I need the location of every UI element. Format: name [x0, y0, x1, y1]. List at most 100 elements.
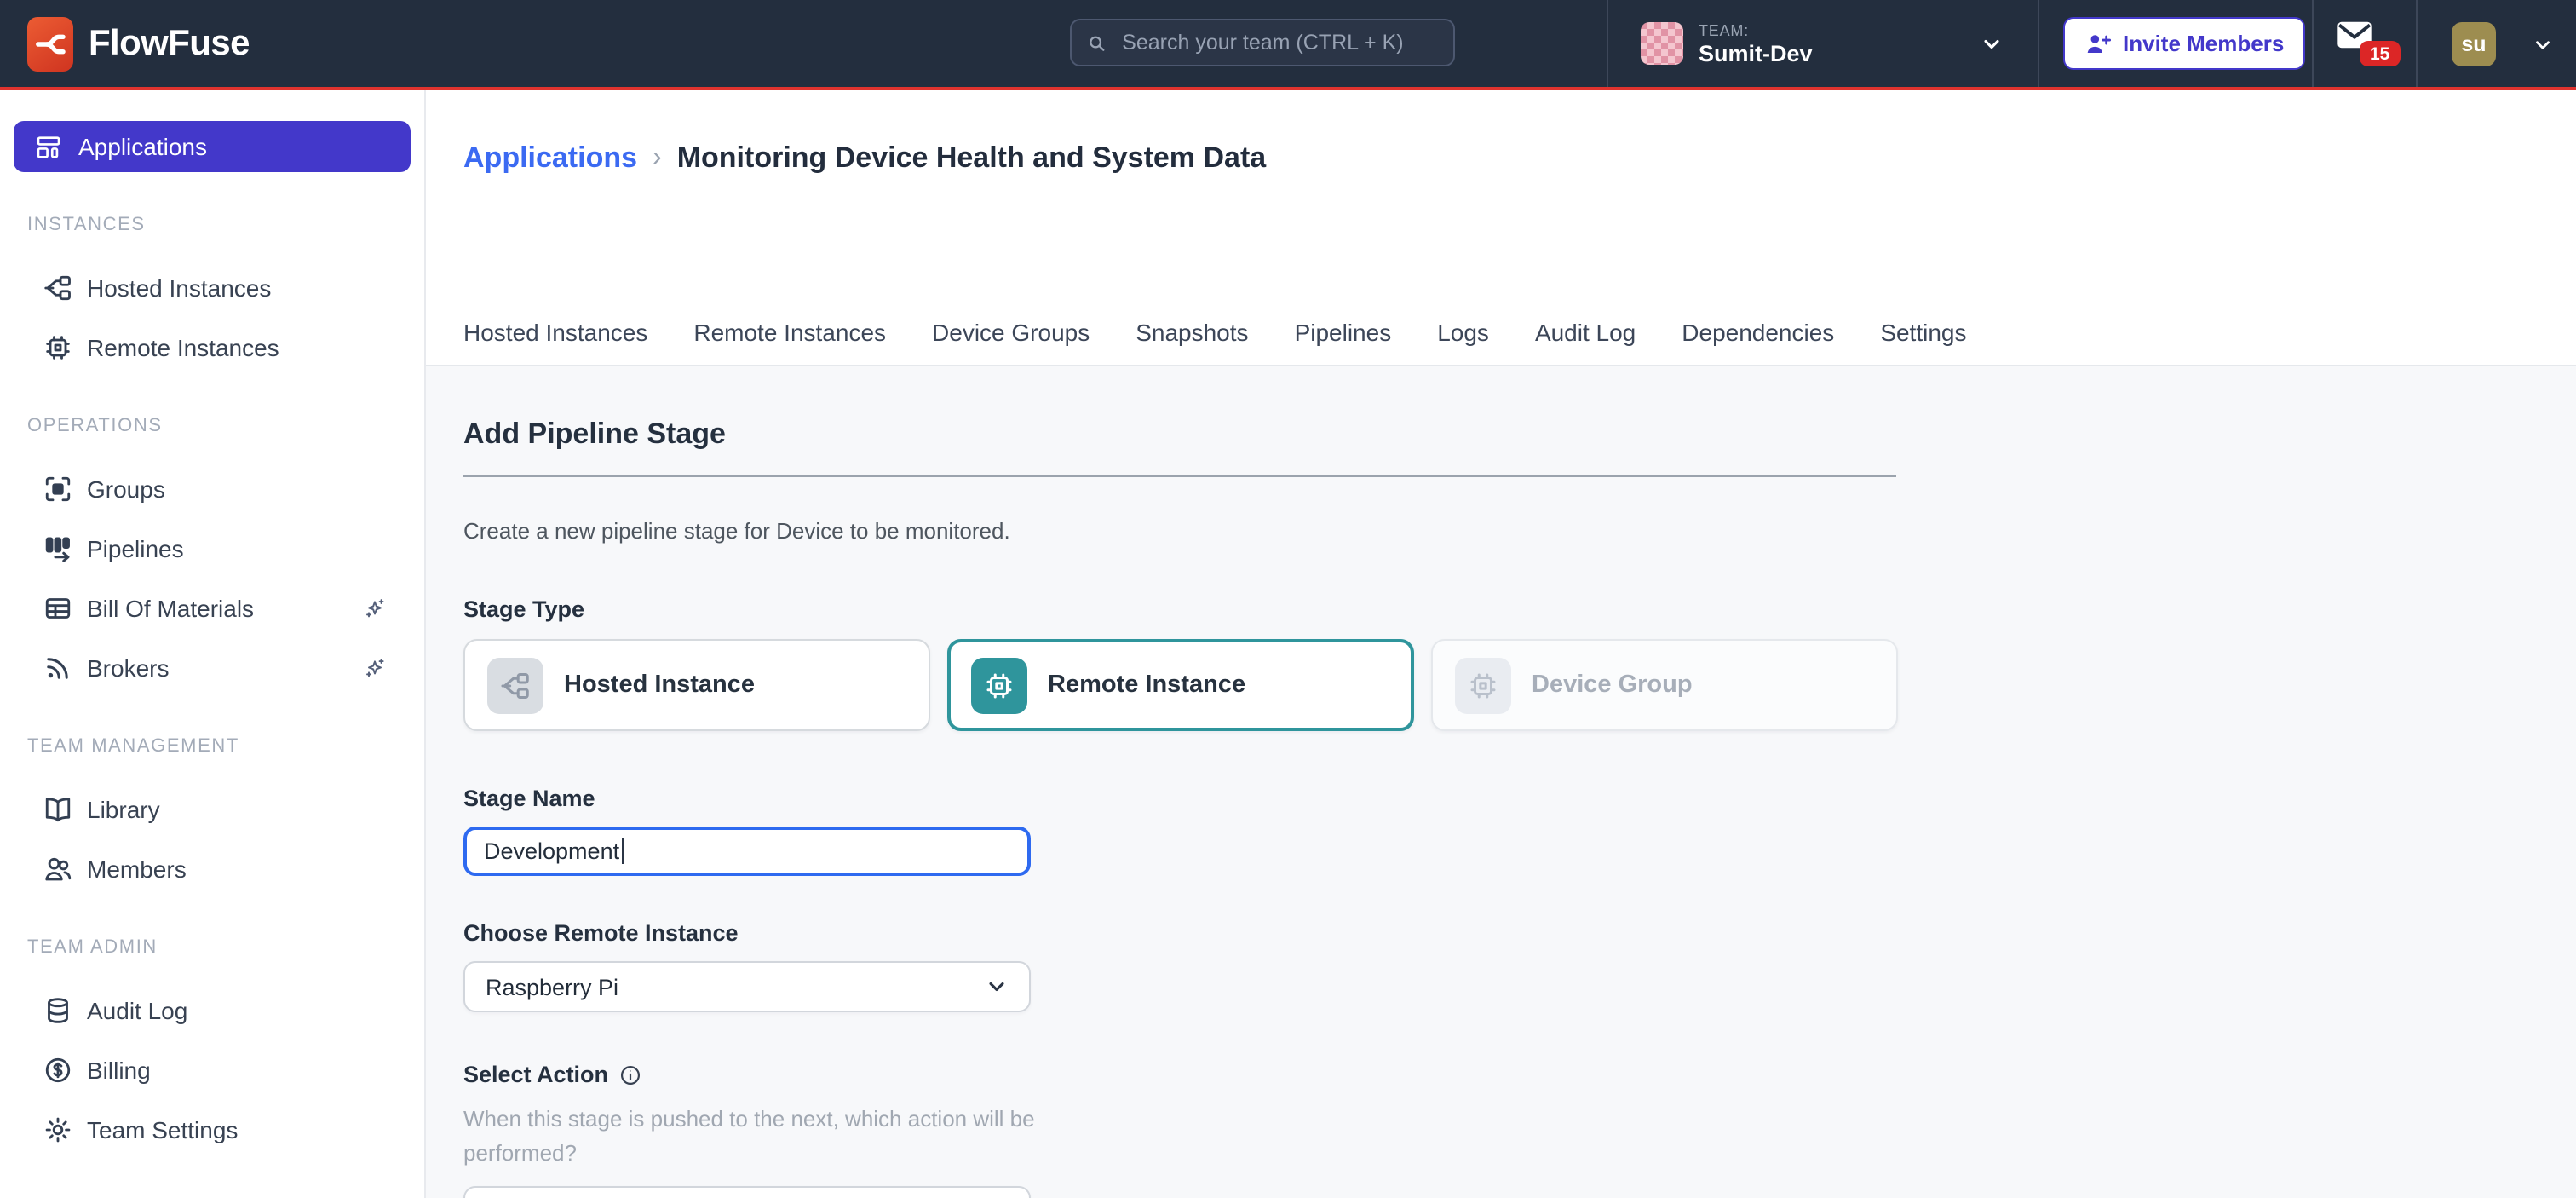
- tab-snapshots[interactable]: Snapshots: [1136, 319, 1248, 346]
- form-title: Add Pipeline Stage: [463, 418, 2576, 452]
- sidebar-item-label: Brokers: [87, 654, 169, 682]
- chevron-down-icon: [985, 975, 1009, 999]
- device-group-card-icon: [1455, 657, 1511, 713]
- main-content: Applications › Monitoring Device Health …: [426, 90, 2576, 1198]
- tab-dependencies[interactable]: Dependencies: [1682, 319, 1834, 346]
- chevron-down-icon: [2532, 33, 2554, 55]
- groups-icon: [43, 474, 73, 504]
- tab-pipelines[interactable]: Pipelines: [1295, 319, 1392, 346]
- invite-members-button[interactable]: Invite Members: [2063, 17, 2304, 70]
- user-plus-icon: [2084, 30, 2111, 57]
- navbar-divider: [1607, 0, 1608, 87]
- sidebar-item-hosted-instances[interactable]: Hosted Instances: [0, 262, 424, 314]
- notifications-button[interactable]: 15: [2336, 20, 2387, 68]
- navbar-divider: [2038, 0, 2039, 87]
- sidebar-item-remote-instances[interactable]: Remote Instances: [0, 322, 424, 373]
- search-box: [1070, 19, 1455, 66]
- hosted-instance-card-icon: [487, 657, 543, 713]
- sidebar: Applications INSTANCES Hosted Instances …: [0, 90, 426, 1198]
- applications-icon: [34, 132, 63, 161]
- sidebar-item-label: Hosted Instances: [87, 274, 271, 302]
- sidebar-item-applications[interactable]: Applications: [14, 121, 411, 172]
- sidebar-item-team-settings[interactable]: Team Settings: [0, 1104, 424, 1155]
- tab-device-groups[interactable]: Device Groups: [932, 319, 1090, 346]
- sidebar-item-members[interactable]: Members: [0, 844, 424, 895]
- members-icon: [43, 854, 73, 884]
- title-divider: [463, 475, 1896, 477]
- tab-remote-instances[interactable]: Remote Instances: [693, 319, 886, 346]
- sparkles-icon: [363, 656, 387, 680]
- user-avatar: su: [2452, 22, 2496, 66]
- sidebar-item-label: Billing: [87, 1057, 151, 1084]
- breadcrumb: Applications › Monitoring Device Health …: [463, 141, 1266, 176]
- sidebar-item-label: Applications: [78, 133, 207, 160]
- app-root: FlowFuse TEAM: Sumit-Dev: [0, 0, 2576, 1198]
- select-action-helper: When this stage is pushed to the next, w…: [463, 1103, 1070, 1172]
- sidebar-item-pipelines[interactable]: Pipelines: [0, 523, 424, 574]
- page-title: Monitoring Device Health and System Data: [677, 141, 1267, 176]
- sidebar-item-billing[interactable]: Billing: [0, 1045, 424, 1096]
- stage-type-options: Hosted Instance Remote Instance Device G…: [463, 639, 2576, 731]
- sidebar-item-label: Groups: [87, 475, 165, 503]
- brokers-icon: [43, 653, 73, 683]
- tab-bar: Hosted Instances Remote Instances Device…: [426, 300, 2576, 366]
- sidebar-section-operations: OPERATIONS: [27, 416, 424, 436]
- pipelines-icon: [43, 533, 73, 564]
- sidebar-item-groups[interactable]: Groups: [0, 464, 424, 515]
- sidebar-item-label: Remote Instances: [87, 334, 279, 361]
- sidebar-section-team-management: TEAM MANAGEMENT: [27, 736, 424, 757]
- sidebar-item-label: Library: [87, 796, 160, 823]
- remote-instance-label: Choose Remote Instance: [463, 920, 2576, 946]
- brand-logo[interactable]: FlowFuse: [27, 16, 250, 71]
- stage-name-input[interactable]: Development: [463, 827, 1031, 876]
- action-select[interactable]: Use active snapshot: [463, 1187, 1031, 1198]
- team-label: TEAM:: [1699, 21, 1813, 38]
- team-name: Sumit-Dev: [1699, 40, 1813, 66]
- breadcrumb-applications-link[interactable]: Applications: [463, 141, 637, 176]
- team-settings-icon: [43, 1114, 73, 1145]
- sidebar-item-label: Bill Of Materials: [87, 595, 254, 622]
- sidebar-item-label: Members: [87, 855, 187, 883]
- breadcrumb-separator: ›: [653, 143, 662, 174]
- stage-type-hosted-instance[interactable]: Hosted Instance: [463, 639, 930, 731]
- search-icon: [1087, 32, 1107, 54]
- select-action-label: Select Action: [463, 1062, 2576, 1087]
- stage-type-label: Stage Type: [463, 596, 2576, 622]
- flowfuse-logo-icon: [27, 16, 73, 71]
- remote-instance-select[interactable]: Raspberry Pi: [463, 961, 1031, 1012]
- tab-audit-log[interactable]: Audit Log: [1535, 319, 1636, 346]
- team-selector[interactable]: TEAM: Sumit-Dev: [1641, 21, 1813, 66]
- hosted-instances-icon: [43, 273, 73, 303]
- sidebar-item-label: Pipelines: [87, 535, 184, 562]
- brand-wordmark: FlowFuse: [89, 23, 250, 64]
- form-description: Create a new pipeline stage for Device t…: [463, 518, 2576, 544]
- tab-hosted-instances[interactable]: Hosted Instances: [463, 319, 647, 346]
- sidebar-item-audit-log[interactable]: Audit Log: [0, 985, 424, 1036]
- sidebar-item-brokers[interactable]: Brokers: [0, 642, 424, 694]
- notification-badge: 15: [2360, 41, 2400, 66]
- navbar-divider: [2416, 0, 2418, 87]
- text-caret: [621, 838, 623, 864]
- info-icon[interactable]: [618, 1063, 642, 1086]
- stage-type-remote-instance[interactable]: Remote Instance: [947, 639, 1414, 731]
- billing-icon: [43, 1055, 73, 1086]
- sidebar-item-library[interactable]: Library: [0, 784, 424, 835]
- stage-name-label: Stage Name: [463, 786, 2576, 811]
- navbar-divider: [2312, 0, 2314, 87]
- sidebar-item-label: Team Settings: [87, 1116, 238, 1143]
- team-avatar: [1641, 22, 1683, 65]
- tab-logs[interactable]: Logs: [1437, 319, 1489, 346]
- sidebar-section-instances: INSTANCES: [27, 215, 424, 235]
- bill-of-materials-icon: [43, 593, 73, 624]
- sidebar-item-label: Audit Log: [87, 997, 187, 1024]
- sidebar-item-bill-of-materials[interactable]: Bill Of Materials: [0, 583, 424, 634]
- tab-settings[interactable]: Settings: [1880, 319, 1966, 346]
- audit-log-icon: [43, 995, 73, 1026]
- search-input[interactable]: [1118, 29, 1438, 56]
- sparkles-icon: [363, 596, 387, 620]
- user-menu[interactable]: su: [2452, 22, 2554, 66]
- chevron-down-icon[interactable]: [1980, 32, 2004, 56]
- remote-instance-card-icon: [971, 657, 1027, 713]
- remote-instances-icon: [43, 332, 73, 363]
- sidebar-section-team-admin: TEAM ADMIN: [27, 937, 424, 958]
